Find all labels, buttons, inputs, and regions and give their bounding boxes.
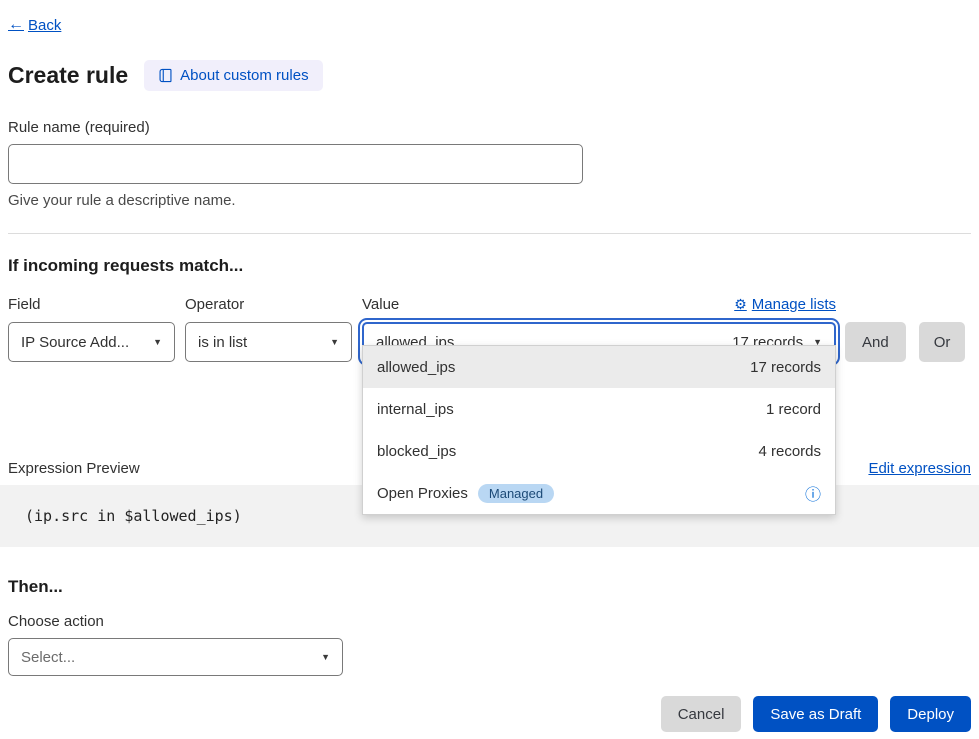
rule-name-label: Rule name (required)	[8, 119, 971, 136]
footer-actions: Cancel Save as Draft Deploy	[8, 696, 971, 732]
operator-select[interactable]: is in list ▼	[185, 322, 352, 362]
back-arrow-icon: ←	[8, 16, 24, 34]
list-option-open-proxies[interactable]: Open Proxies Managed ⓘ	[363, 472, 835, 514]
match-condition-row: Field IP Source Add... ▼ Operator is in …	[8, 296, 971, 362]
chevron-down-icon: ▼	[153, 337, 162, 347]
gear-icon: ⚙	[734, 296, 747, 313]
field-select-value: IP Source Add...	[21, 334, 129, 351]
value-label: Value	[362, 296, 399, 313]
list-option-records: 1 record	[766, 401, 821, 418]
about-custom-rules-link[interactable]: About custom rules	[144, 60, 322, 91]
chevron-down-icon: ▼	[330, 337, 339, 347]
cancel-button[interactable]: Cancel	[661, 696, 742, 732]
about-custom-rules-label: About custom rules	[180, 67, 308, 84]
chevron-down-icon: ▼	[321, 652, 330, 662]
create-rule-page: ←Back Create rule About custom rules Rul…	[0, 0, 979, 732]
list-option-records: 4 records	[758, 443, 821, 460]
list-option-name: allowed_ips	[377, 359, 455, 376]
rule-name-input[interactable]	[8, 144, 583, 184]
list-option-blocked-ips[interactable]: blocked_ips 4 records	[363, 430, 835, 472]
back-link[interactable]: ←Back	[8, 16, 61, 34]
managed-badge: Managed	[478, 484, 554, 503]
operator-label: Operator	[185, 296, 352, 313]
save-as-draft-button[interactable]: Save as Draft	[753, 696, 878, 732]
manage-lists-label: Manage lists	[752, 296, 836, 313]
deploy-button[interactable]: Deploy	[890, 696, 971, 732]
or-button[interactable]: Or	[919, 322, 966, 362]
list-option-name: blocked_ips	[377, 443, 456, 460]
match-heading: If incoming requests match...	[8, 256, 971, 276]
info-icon[interactable]: ⓘ	[805, 481, 821, 505]
list-option-name: Open Proxies	[377, 485, 468, 502]
field-select[interactable]: IP Source Add... ▼	[8, 322, 175, 362]
book-icon	[158, 68, 173, 83]
back-label: Back	[28, 17, 61, 34]
operator-select-value: is in list	[198, 334, 247, 351]
list-option-allowed-ips[interactable]: allowed_ips 17 records	[363, 346, 835, 388]
edit-expression-link[interactable]: Edit expression	[868, 460, 971, 477]
page-title: Create rule	[8, 62, 128, 89]
manage-lists-link[interactable]: ⚙ Manage lists	[734, 296, 836, 313]
and-button[interactable]: And	[845, 322, 906, 362]
expression-preview-label: Expression Preview	[8, 460, 140, 477]
value-dropdown-menu: allowed_ips 17 records internal_ips 1 re…	[362, 345, 836, 515]
rule-name-help: Give your rule a descriptive name.	[8, 192, 971, 209]
list-option-internal-ips[interactable]: internal_ips 1 record	[363, 388, 835, 430]
choose-action-label: Choose action	[8, 613, 971, 630]
action-select-placeholder: Select...	[21, 649, 75, 666]
then-heading: Then...	[8, 577, 971, 597]
field-label: Field	[8, 296, 175, 313]
list-option-name: internal_ips	[377, 401, 454, 418]
action-select[interactable]: Select... ▼	[8, 638, 343, 676]
section-divider	[8, 233, 971, 234]
list-option-records: 17 records	[750, 359, 821, 376]
